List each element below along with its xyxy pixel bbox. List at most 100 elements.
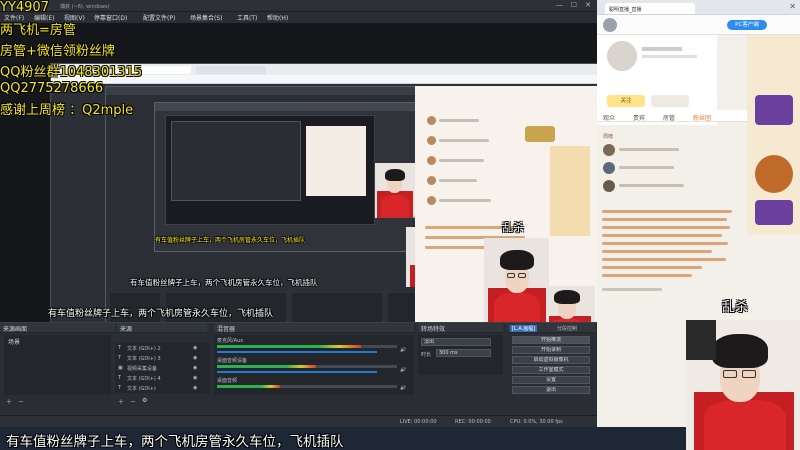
rank-list: 周榜: [597, 130, 747, 200]
transitions-dock-title: 转场特效: [418, 323, 503, 333]
audio-meter: [217, 385, 280, 388]
text-icon: T: [118, 375, 122, 381]
menu-tools[interactable]: 工具(T): [237, 13, 257, 22]
obs-statusbar: LIVE: 00:00:00 REC: 00:00:00 CPU: 0.0%, …: [0, 415, 597, 427]
source-row[interactable]: T 文本 (GDI+) 3 ◉: [115, 353, 210, 363]
exit-button[interactable]: 退出: [512, 386, 590, 394]
virtual-camera-button[interactable]: 启动虚拟摄像机: [512, 356, 590, 364]
source-row[interactable]: ▣ 视频采集设备 ◉: [115, 363, 210, 373]
nested-caption: 有车值粉丝牌子上车，两个飞机房管永久车位，飞机插队: [155, 237, 306, 244]
eye-icon: ◉: [193, 345, 198, 351]
camera-icon: ▣: [118, 365, 123, 371]
text-icon: T: [118, 385, 122, 391]
gift-icon[interactable]: [755, 155, 793, 193]
close-icon[interactable]: ✕: [585, 1, 591, 9]
overlay-line: 两飞机=房管: [0, 23, 76, 38]
text-icon: T: [118, 345, 122, 351]
nested-preview: [165, 115, 375, 225]
text-icon: T: [118, 355, 122, 361]
maximize-icon[interactable]: ☐: [571, 1, 577, 9]
obs-menubar: 文件(F) 编辑(E) 视图(V) 停靠窗口(D) 配置文件(P) 场景集合(S…: [0, 12, 597, 23]
live-status: LIVE: 00:00:00: [400, 419, 437, 425]
add-source-icon[interactable]: ＋: [118, 397, 124, 406]
menu-help[interactable]: 帮助(H): [267, 13, 288, 22]
audio-meter: [217, 345, 361, 348]
streamer-avatar[interactable]: [607, 41, 637, 71]
eye-icon: ◉: [193, 375, 198, 381]
gift-sidebar: [747, 35, 800, 235]
tab-audience[interactable]: 观众: [603, 113, 615, 122]
rec-status: REC: 00:00:00: [455, 419, 491, 425]
volume-slider[interactable]: [217, 351, 377, 353]
source-row[interactable]: T 文本 (GDI+) 4 ◉: [115, 373, 210, 383]
overlay-line: QQ2775278666: [0, 81, 104, 96]
overlay-line: 房管+微信领粉丝牌: [0, 44, 115, 59]
overlay-line: QQ粉丝群1048301315: [0, 65, 143, 80]
mixer-dock-title: 混音器: [214, 323, 414, 333]
settings-button[interactable]: 设置: [512, 376, 590, 384]
webcam-label: 乱杀: [722, 300, 749, 315]
volume-slider[interactable]: [217, 371, 377, 373]
mixer-channel-name: 麦克风/Aux: [217, 338, 244, 344]
pc-client-button[interactable]: PC客户端: [727, 20, 767, 30]
sources-dock-title: 来源: [117, 323, 207, 333]
add-scene-icon[interactable]: ＋: [6, 397, 12, 406]
duration-input[interactable]: 300 ms: [436, 349, 491, 357]
transitions-panel: 淡出 时长 300 ms: [418, 335, 503, 375]
browser-tabs: 聪明直播_直播 ✕: [597, 0, 800, 15]
bottom-caption: 有车值粉丝牌子上车，两个飞机房管永久车位，飞机插队: [6, 434, 344, 450]
close-icon[interactable]: ✕: [789, 2, 796, 11]
gear-icon[interactable]: ⚙: [142, 397, 147, 404]
obs-docks: 来源画面 场景 ＋ － 来源 T 文本 (GDI+) 2 ◉ T 文本 (GDI+) …: [0, 322, 597, 427]
rank-title: 周榜: [603, 134, 614, 140]
scenes-dock-title: 来源画面: [0, 323, 115, 333]
tab-vip[interactable]: 贵宾: [633, 113, 645, 122]
source-row[interactable]: T 文本 (GDI+) 2 ◉: [115, 343, 210, 353]
follow-button[interactable]: 关注: [607, 95, 645, 107]
menu-scene-collection[interactable]: 场景集合(S): [190, 13, 223, 22]
start-streaming-button[interactable]: 开始推流: [512, 336, 590, 344]
transition-select[interactable]: 淡出: [421, 338, 491, 346]
studio-mode-button[interactable]: 工作室模式: [512, 366, 590, 374]
obs-titlebar: 捕获 (~6), windows) ✕ ☐ —: [0, 0, 597, 12]
window-title: 捕获 (~6), windows): [60, 4, 110, 10]
cpu-status: CPU: 0.0%, 30.00 fps: [510, 419, 563, 425]
mixer-channel-name: 桌面音频: [217, 378, 238, 384]
gift-banner[interactable]: [755, 200, 793, 225]
start-recording-button[interactable]: 开始录制: [512, 346, 590, 354]
source-row[interactable]: T 文本 (GDI+) ◉: [115, 383, 210, 393]
scene-item[interactable]: 场景: [8, 337, 20, 346]
live-tab[interactable]: [L.A.画幅]: [510, 325, 538, 332]
remove-source-icon[interactable]: －: [130, 397, 136, 406]
speaker-icon[interactable]: 🔊: [400, 367, 406, 373]
eye-icon: ◉: [193, 365, 198, 371]
extra-tab[interactable]: 分段控制: [557, 325, 577, 332]
microphone: [686, 320, 716, 360]
browser-tab-title[interactable]: 聪明直播_直播: [609, 6, 642, 13]
live-header: PC客户端: [597, 15, 800, 35]
minimize-icon[interactable]: —: [556, 1, 563, 9]
preview-webcam: [484, 238, 549, 331]
webcam-feed: [686, 320, 800, 450]
overlay-room-id: YY4907: [0, 0, 49, 15]
audience-tabs: 观众 贵宾 房管 粉丝团: [597, 110, 747, 122]
avatar[interactable]: [603, 18, 617, 32]
eye-icon: ◉: [193, 355, 198, 361]
tab-fans[interactable]: 粉丝团: [693, 113, 711, 122]
scenes-list: 场景: [4, 335, 111, 395]
menu-profile[interactable]: 配置文件(P): [143, 13, 175, 22]
menu-docks[interactable]: 停靠窗口(D): [94, 13, 127, 22]
duration-label: 时长: [421, 352, 432, 358]
speaker-icon[interactable]: 🔊: [400, 347, 406, 353]
mixer-channel-name: 桌面音频设备: [217, 358, 248, 364]
speaker-icon[interactable]: 🔊: [400, 385, 406, 391]
audio-meter: [217, 365, 316, 368]
preview-caption: 有车值粉丝牌子上车，两个飞机房管永久车位，飞机插队: [48, 309, 274, 319]
mixer-panel: 麦克风/Aux 🔊 桌面音频设备 🔊 桌面音频 🔊: [214, 335, 414, 395]
gift-banner[interactable]: [755, 95, 793, 125]
overlay-line: 感谢上周榜 ：Q2mple: [0, 103, 134, 118]
tab-admins[interactable]: 房管: [663, 113, 675, 122]
eye-icon: ◉: [193, 385, 198, 391]
captured-obs-window: 有车值粉丝牌子上车，两个飞机房管永久车位，飞机插队 乱杀 有车值粉丝牌子上车，两…: [105, 86, 465, 334]
remove-scene-icon[interactable]: －: [18, 397, 24, 406]
